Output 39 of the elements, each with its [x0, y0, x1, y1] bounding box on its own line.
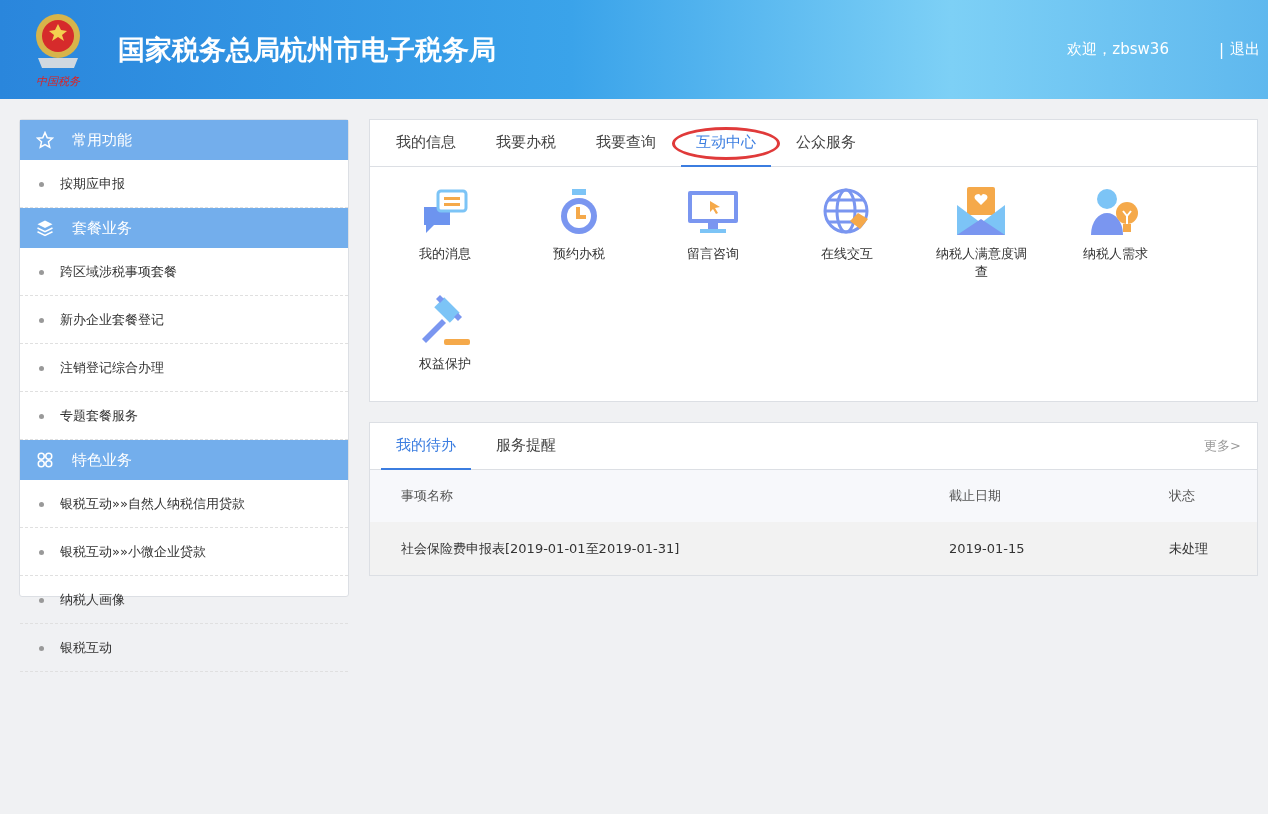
site-title: 国家税务总局杭州市电子税务局 [118, 32, 497, 67]
tab[interactable]: 我要查询 [581, 120, 671, 167]
service-item[interactable]: 在线交互 [780, 187, 914, 281]
star-icon [36, 131, 54, 149]
group-title: 特色业务 [72, 450, 132, 470]
clover-grid-icon [36, 451, 54, 469]
tab[interactable]: 公众服务 [781, 120, 871, 167]
table-cell-text: 未处理 [1169, 539, 1209, 558]
service-item[interactable]: 权益保护 [378, 295, 512, 373]
service-item[interactable]: 我的消息 [378, 187, 512, 281]
column-header: 状态 [1169, 487, 1196, 505]
table-row[interactable]: 社会保险费申报表[2019-01-01至2019-01-31] 2019-01-15 未处理 [370, 522, 1257, 575]
sidebar-item[interactable]: 银税互动»»小微企业贷款 [20, 528, 348, 576]
service-item[interactable]: 预约办税 [512, 187, 646, 281]
tab[interactable]: 服务提醒 [481, 423, 571, 470]
group-title: 常用功能 [72, 130, 132, 150]
logo-text: 中国税务 [36, 74, 80, 89]
table-cell-text: 社会保险费申报表[2019-01-01至2019-01-31] [401, 539, 681, 558]
column-header: 事项名称 [401, 487, 454, 505]
group-title: 套餐业务 [72, 218, 132, 238]
sidebar-item[interactable]: 银税互动»»自然人纳税信用贷款 [20, 480, 348, 528]
column-header: 截止日期 [949, 487, 1002, 505]
sidebar-item[interactable]: 纳税人画像 [20, 576, 348, 624]
tab[interactable]: 互动中心 [681, 120, 771, 167]
person-bulb-icon [1089, 187, 1141, 237]
service-item[interactable]: 留言咨询 [646, 187, 780, 281]
sidebar-item[interactable]: 新办企业套餐登记 [20, 296, 348, 344]
sidebar-item[interactable]: 跨区域涉税事项套餐 [20, 248, 348, 296]
tab[interactable]: 我要办税 [481, 120, 571, 167]
service-item[interactable]: 纳税人满意度调查 [914, 187, 1048, 281]
sidebar-item[interactable]: 注销登记综合办理 [20, 344, 348, 392]
layers-icon [36, 219, 54, 237]
sidebar-item[interactable]: 银税互动 [20, 624, 348, 672]
envelope-heart-icon [955, 187, 1007, 237]
tab[interactable]: 我的信息 [381, 120, 471, 167]
separator: | [1218, 40, 1224, 59]
service-item[interactable]: 纳税人需求 [1048, 187, 1182, 281]
welcome-text: 欢迎，zbsw36 [1067, 40, 1169, 59]
table-cell-text: 2019-01-15 [949, 541, 1026, 556]
